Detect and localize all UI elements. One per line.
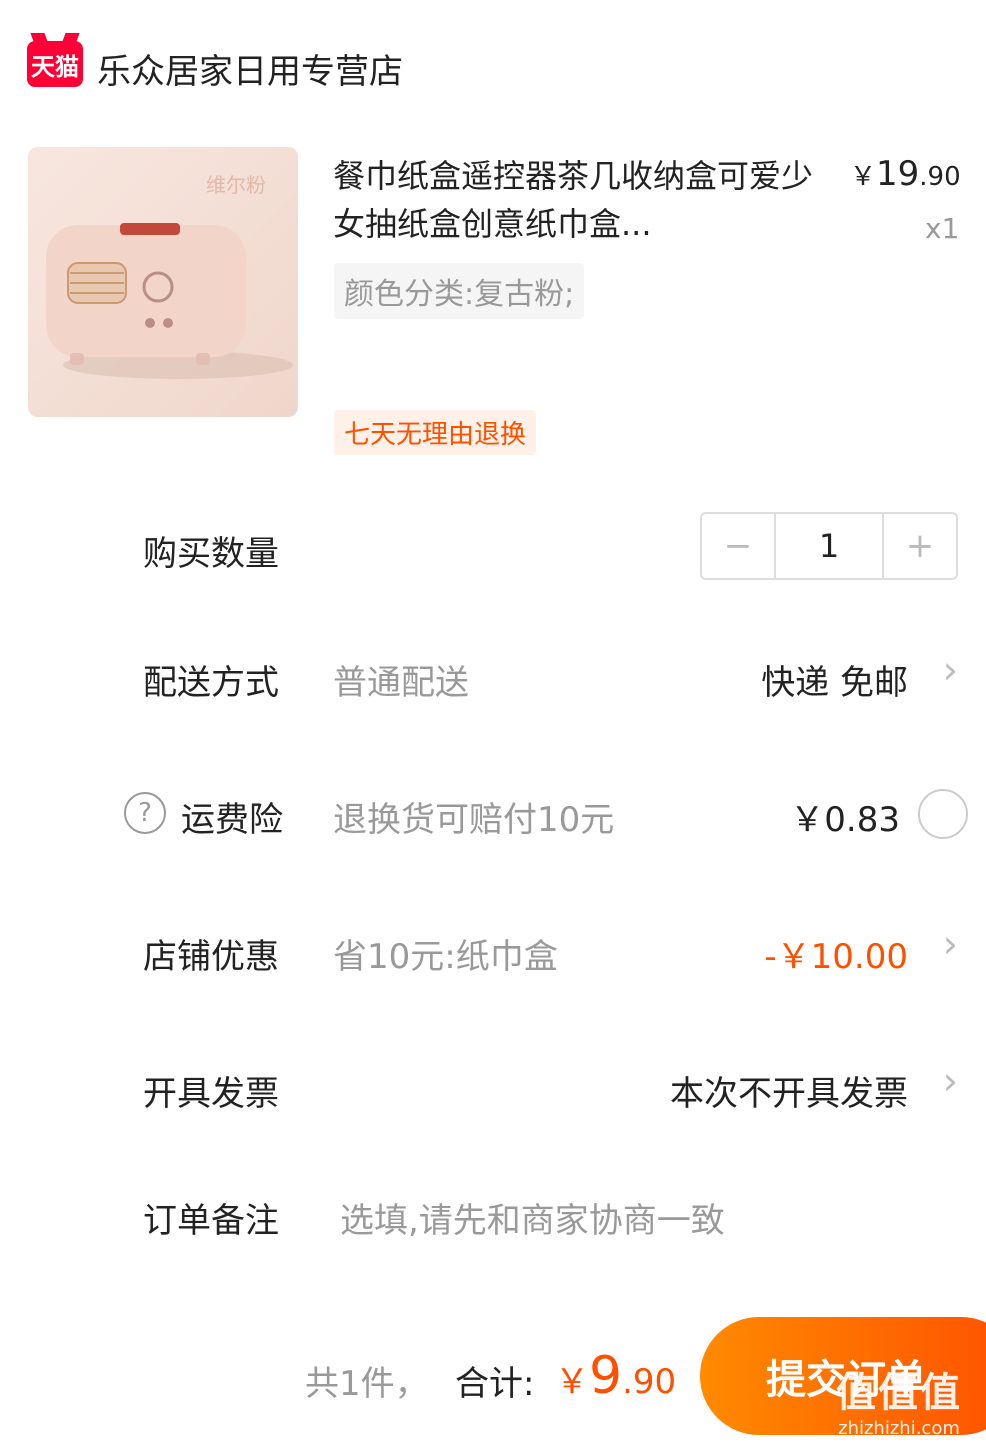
quantity-value[interactable]: 1 [774, 514, 884, 578]
return-policy-badge: 七天无理由退换 [334, 410, 537, 455]
product-price: ￥19.90 [850, 154, 961, 194]
quantity-label: 购买数量 [143, 534, 279, 574]
total-int: 9 [589, 1346, 623, 1406]
watermark-big: 值值值 [836, 1370, 962, 1416]
price-dec: .90 [919, 162, 961, 192]
item-count: 共1件， [305, 1364, 429, 1404]
product-image[interactable]: 维尔粉 [28, 147, 298, 417]
discount-value[interactable]: -￥10.00 [764, 929, 908, 978]
product-quantity: x1 [925, 212, 960, 245]
total-symbol: ￥ [555, 1362, 589, 1402]
chevron-right-icon[interactable]: › [943, 648, 958, 692]
discount-desc: 省10元:纸巾盒 [333, 937, 558, 977]
invoice-value[interactable]: 本次不开具发票 [670, 1066, 908, 1115]
minus-icon[interactable]: − [702, 514, 774, 578]
delivery-method: 普通配送 [333, 663, 469, 703]
tmall-logo-icon: 天猫 [27, 41, 83, 87]
price-int: 19 [876, 154, 920, 194]
total-label: 合计: [455, 1364, 535, 1404]
chevron-right-icon[interactable]: › [943, 922, 958, 966]
radio-icon[interactable] [918, 789, 968, 839]
note-input[interactable]: 选填,请先和商家协商一致 [340, 1193, 725, 1242]
image-label: 维尔粉 [206, 173, 266, 197]
watermark-small: zhizhizhi.com [838, 1418, 960, 1439]
delivery-value[interactable]: 快递 免邮 [761, 655, 908, 704]
insurance-price: ￥0.83 [790, 800, 900, 840]
insurance-label: 运费险 [181, 800, 283, 840]
total-amount: ￥9.90 [555, 1346, 676, 1406]
product-title[interactable]: 餐巾纸盒遥控器茶几收纳盒可爱少女抽纸盒创意纸巾盒... [333, 152, 813, 248]
insurance-desc: 退换货可赔付10元 [333, 800, 615, 840]
help-icon[interactable]: ? [124, 792, 166, 834]
product-sku[interactable]: 颜色分类:复古粉; [334, 263, 585, 319]
discount-label: 店铺优惠 [143, 937, 279, 977]
chevron-right-icon[interactable]: › [943, 1059, 958, 1103]
price-symbol: ￥ [850, 162, 877, 192]
quantity-stepper[interactable]: − 1 + [700, 512, 958, 580]
delivery-label: 配送方式 [143, 663, 279, 703]
store-name[interactable]: 乐众居家日用专营店 [97, 44, 403, 93]
tmall-logo-text: 天猫 [31, 52, 79, 81]
plus-icon[interactable]: + [884, 514, 956, 578]
total-dec: .90 [622, 1362, 677, 1402]
watermark: 值值值 zhizhizhi.com [836, 1360, 962, 1439]
note-label: 订单备注 [143, 1201, 279, 1241]
invoice-label: 开具发票 [143, 1074, 279, 1114]
